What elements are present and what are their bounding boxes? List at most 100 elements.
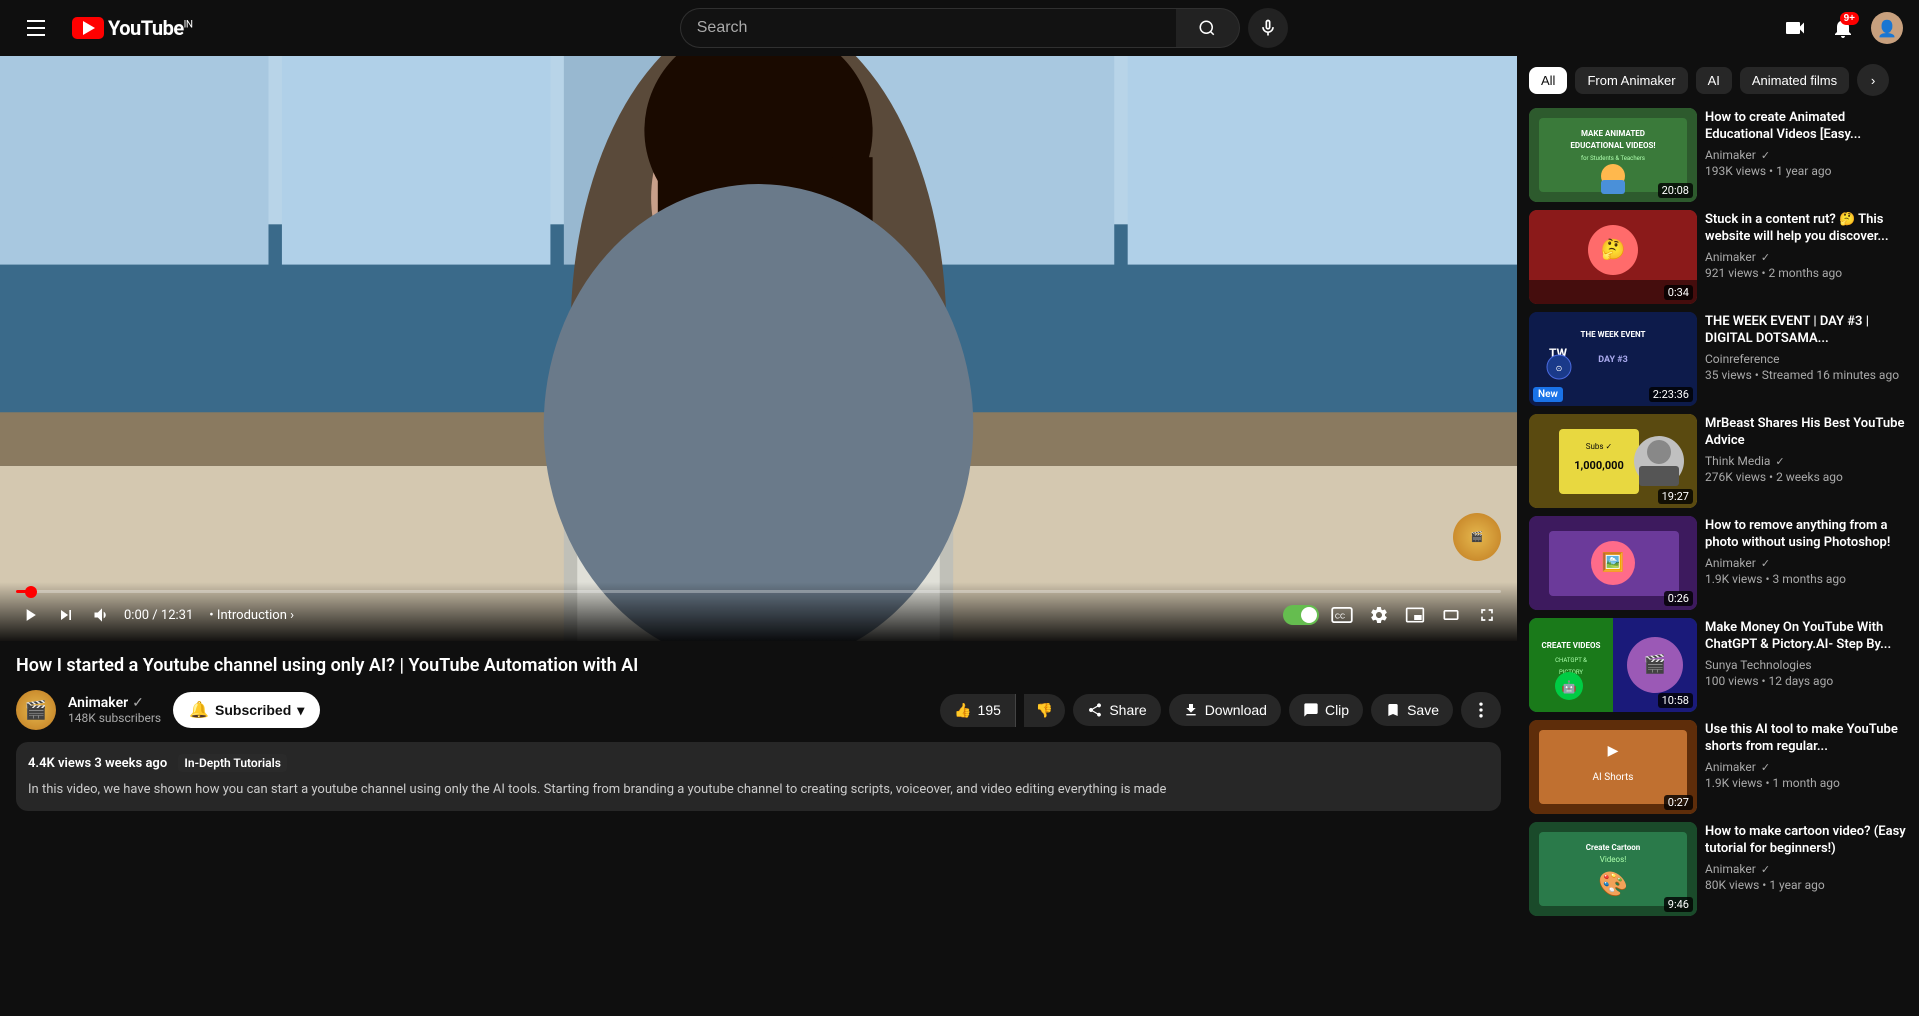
svg-text:for Students & Teachers: for Students & Teachers [1581,155,1645,162]
rec-duration-6: 10:58 [1658,693,1693,708]
rec-card-6[interactable]: CREATE VIDEOS CHATGPT & PICTORY 🤖 🎬 10:5… [1529,618,1907,712]
svg-text:Subs ✓: Subs ✓ [1586,442,1612,451]
rec-duration-1: 20:08 [1658,183,1693,198]
chapter-label: • Introduction › [209,608,294,623]
rec-verified-8: ✓ [1761,863,1770,876]
channel-name[interactable]: Animaker [68,695,128,711]
clip-button[interactable]: Clip [1289,694,1363,726]
description-text: In this video, we have shown how you can… [28,780,1489,800]
rec-new-badge-3: New [1533,387,1563,402]
share-button[interactable]: Share [1073,694,1160,726]
rec-thumb-5: 🖼️ 0:26 [1529,516,1697,610]
chip-from-animaker[interactable]: From Animaker [1575,67,1687,94]
notifications-button[interactable]: 9+ [1823,8,1863,48]
video-frame: 🍎 🎬 [0,56,1517,641]
captions-button[interactable]: CC [1327,603,1357,627]
svg-text:MAKE ANIMATED: MAKE ANIMATED [1581,129,1645,138]
svg-text:CC: CC [1335,613,1345,621]
dislike-button[interactable]: 👎 [1024,694,1065,727]
rec-info-4: MrBeast Shares His Best YouTube Advice T… [1705,414,1907,508]
fullscreen-button[interactable] [1473,601,1501,629]
header: YouTubeIN 9+ [0,0,1919,56]
chips-arrow-button[interactable]: › [1857,64,1889,96]
channel-info: 🎬 Animaker ✓ 148K subscribers 🔔 Subscrib… [16,690,932,730]
svg-text:THE WEEK EVENT: THE WEEK EVENT [1581,330,1646,339]
video-description[interactable]: 4.4K views 3 weeks ago In-Depth Tutorial… [16,742,1501,811]
rec-card-1[interactable]: MAKE ANIMATED EDUCATIONAL VIDEOS! for St… [1529,108,1907,202]
verified-icon: ✓ [132,695,144,711]
rec-info-3: THE WEEK EVENT | DAY #3 | DIGITAL DOTSAM… [1705,312,1907,406]
rec-info-6: Make Money On YouTube With ChatGPT & Pic… [1705,618,1907,712]
settings-button[interactable] [1365,601,1393,629]
svg-text:⊙: ⊙ [1556,364,1563,373]
rec-meta-3: 35 views • Streamed 16 minutes ago [1705,368,1907,382]
theater-mode-button[interactable] [1437,601,1465,629]
rec-meta-6: 100 views • 12 days ago [1705,674,1907,688]
youtube-logo[interactable]: YouTubeIN [72,16,193,40]
play-button[interactable] [16,601,44,629]
rec-duration-8: 9:46 [1664,897,1693,912]
rec-info-8: How to make cartoon video? (Easy tutoria… [1705,822,1907,916]
video-background: 🍎 [0,56,1517,641]
rec-channel-5: Animaker ✓ [1705,556,1907,570]
volume-button[interactable] [88,601,116,629]
rec-card-5[interactable]: 🖼️ 0:26 How to remove anything from a ph… [1529,516,1907,610]
clip-label: Clip [1325,702,1349,718]
voice-search-button[interactable] [1248,8,1288,48]
posted-time: 3 weeks ago [94,756,167,771]
chip-all[interactable]: All [1529,67,1567,94]
autoplay-toggle[interactable] [1283,605,1319,625]
rec-thumb-8: Create Cartoon Videos! 🎨 9:46 [1529,822,1697,916]
search-button[interactable] [1176,8,1240,48]
play-icon [83,21,95,35]
subscribe-chevron: ▾ [297,702,304,719]
svg-text:🤔: 🤔 [1601,237,1626,261]
rec-card-2[interactable]: 🤔 0:34 Stuck in a content rut? 🤔 This we… [1529,210,1907,304]
user-avatar[interactable]: 👤 [1871,12,1903,44]
more-button[interactable] [1461,692,1501,728]
rec-verified-1: ✓ [1761,149,1770,162]
svg-text:▶: ▶ [1608,743,1619,759]
subscribe-button[interactable]: 🔔 Subscribed ▾ [173,692,320,728]
channel-avatar[interactable]: 🎬 [16,690,56,730]
rec-title-6: Make Money On YouTube With ChatGPT & Pic… [1705,620,1907,654]
hamburger-menu[interactable] [16,8,56,48]
rec-title-5: How to remove anything from a photo with… [1705,518,1907,552]
download-button[interactable]: Download [1169,694,1281,726]
header-center [209,8,1759,48]
rec-meta-5: 1.9K views • 3 months ago [1705,572,1907,586]
chip-ai[interactable]: AI [1696,67,1732,94]
save-label: Save [1407,702,1439,718]
rec-thumb-3: THE WEEK EVENT TW DAY #3 ⊙ 2:23:36 New [1529,312,1697,406]
create-button[interactable] [1775,8,1815,48]
download-label: Download [1205,702,1267,718]
hamburger-icon [19,12,53,44]
svg-text:1,000,000: 1,000,000 [1574,459,1624,472]
rec-card-7[interactable]: ▶ AI Shorts 0:27 Use this AI tool to mak… [1529,720,1907,814]
subscribe-label: Subscribed [215,702,291,718]
rec-meta-4: 276K views • 2 weeks ago [1705,470,1907,484]
video-player[interactable]: 🍎 🎬 [0,56,1517,641]
svg-text:AI Shorts: AI Shorts [1593,772,1634,783]
view-count: 4.4K views [28,756,91,771]
recommendations-list: MAKE ANIMATED EDUCATIONAL VIDEOS! for St… [1529,108,1907,916]
progress-bar[interactable] [16,590,1501,593]
rec-card-8[interactable]: Create Cartoon Videos! 🎨 9:46 How to mak… [1529,822,1907,916]
rec-meta-2: 921 views • 2 months ago [1705,266,1907,280]
save-button[interactable]: Save [1371,694,1453,726]
search-input[interactable] [680,8,1176,48]
like-button[interactable]: 👍 195 [940,694,1016,727]
svg-text:CHATGPT &: CHATGPT & [1555,657,1587,664]
header-left: YouTubeIN [16,8,193,48]
svg-text:CREATE VIDEOS: CREATE VIDEOS [1542,641,1601,650]
toggle-switch[interactable] [1283,605,1319,625]
rec-card-4[interactable]: Subs ✓ 1,000,000 19:27 MrBeast Shares Hi… [1529,414,1907,508]
miniplayer-button[interactable] [1401,601,1429,629]
chip-animated-films[interactable]: Animated films [1740,67,1849,94]
rec-meta-7: 1.9K views • 1 month ago [1705,776,1907,790]
rec-thumb-1: MAKE ANIMATED EDUCATIONAL VIDEOS! for St… [1529,108,1697,202]
rec-card-3[interactable]: THE WEEK EVENT TW DAY #3 ⊙ 2:23:36 New T… [1529,312,1907,406]
next-button[interactable] [52,601,80,629]
rec-verified-7: ✓ [1761,761,1770,774]
progress-dot [25,586,37,598]
